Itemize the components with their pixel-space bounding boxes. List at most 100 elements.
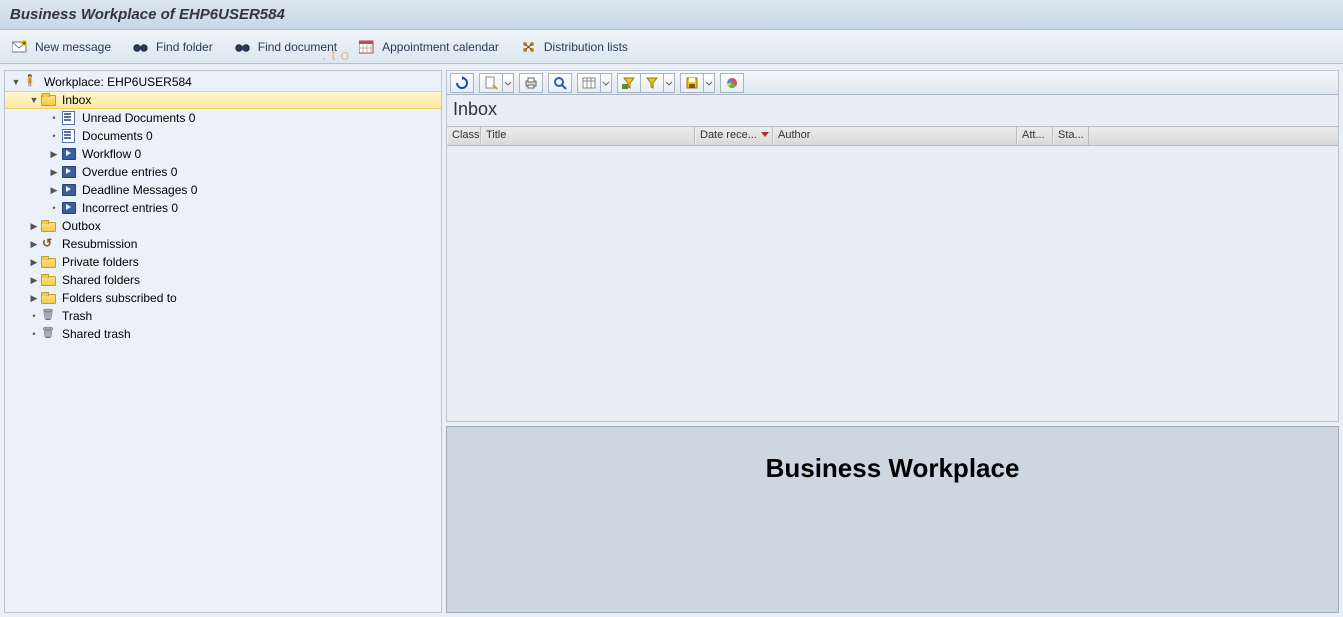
filter-button[interactable] bbox=[640, 73, 664, 93]
display-create-button[interactable] bbox=[479, 73, 503, 93]
tree-overdue-entries[interactable]: ▶ Overdue entries 0 bbox=[5, 163, 441, 181]
content-area: ▼ Workplace: EHP6USER584 ▼ Inbox • Unrea… bbox=[0, 64, 1343, 617]
tree-incorrect-entries[interactable]: • Incorrect entries 0 bbox=[5, 199, 441, 217]
expand-icon[interactable]: ▶ bbox=[47, 185, 61, 196]
tree-trash[interactable]: • Trash bbox=[5, 307, 441, 325]
tree-inbox-label: Inbox bbox=[60, 93, 91, 107]
grid-header-row: Class Title Date rece... Author Att... S… bbox=[447, 126, 1338, 146]
bullet-icon: • bbox=[27, 311, 41, 321]
find-folder-button[interactable]: Find folder bbox=[129, 38, 217, 56]
find-document-button[interactable]: Find document bbox=[231, 38, 341, 56]
tree-folders-subscribed[interactable]: ▶ Folders subscribed to bbox=[5, 289, 441, 307]
new-message-label: New message bbox=[35, 40, 111, 54]
col-title[interactable]: Title bbox=[481, 127, 695, 145]
tree-root-workplace[interactable]: ▼ Workplace: EHP6USER584 bbox=[5, 73, 441, 91]
chart-button[interactable] bbox=[720, 73, 744, 93]
distribution-list-icon bbox=[521, 40, 537, 54]
sort-desc-icon bbox=[761, 132, 769, 137]
distribution-lists-label: Distribution lists bbox=[544, 40, 628, 54]
col-class[interactable]: Class bbox=[447, 127, 481, 145]
document-icon bbox=[61, 111, 77, 125]
trash-icon bbox=[41, 309, 57, 323]
distribution-lists-button[interactable]: Distribution lists bbox=[517, 38, 632, 56]
col-author[interactable]: Author bbox=[773, 127, 1017, 145]
preview-heading: Business Workplace bbox=[766, 453, 1020, 484]
expand-icon[interactable]: ▶ bbox=[27, 257, 41, 268]
tree-deadline-label: Deadline Messages 0 bbox=[80, 183, 197, 197]
tree-shared-folders-label: Shared folders bbox=[60, 273, 140, 287]
bullet-icon: • bbox=[47, 203, 61, 213]
calendar-icon bbox=[359, 40, 375, 54]
workflow-icon bbox=[61, 183, 77, 197]
tree-private-folders[interactable]: ▶ Private folders bbox=[5, 253, 441, 271]
folder-icon bbox=[41, 291, 57, 305]
details-button[interactable] bbox=[548, 73, 572, 93]
collapse-icon[interactable]: ▼ bbox=[27, 95, 41, 105]
expand-icon[interactable]: ▶ bbox=[27, 275, 41, 286]
filter-menu-button[interactable] bbox=[663, 73, 675, 93]
binoculars-folder-icon bbox=[133, 40, 149, 54]
col-date-received[interactable]: Date rece... bbox=[695, 127, 773, 145]
expand-icon[interactable]: ▶ bbox=[47, 149, 61, 160]
tree-shared-trash-label: Shared trash bbox=[60, 327, 131, 341]
find-folder-label: Find folder bbox=[156, 40, 213, 54]
tree-shared-folders[interactable]: ▶ Shared folders bbox=[5, 271, 441, 289]
display-create-menu-button[interactable] bbox=[502, 73, 514, 93]
application-toolbar: ✱ New message Find folder Find document … bbox=[0, 30, 1343, 64]
appointment-calendar-button[interactable]: Appointment calendar bbox=[355, 38, 503, 56]
layout-button[interactable] bbox=[577, 73, 601, 93]
filter-set-button[interactable] bbox=[617, 73, 641, 93]
collapse-icon[interactable]: ▼ bbox=[9, 77, 23, 87]
save-layout-menu-button[interactable] bbox=[703, 73, 715, 93]
grid-toolbar bbox=[447, 71, 1338, 95]
inbox-grid: Inbox Class Title Date rece... Author At… bbox=[446, 70, 1339, 422]
tree-root-label: Workplace: EHP6USER584 bbox=[42, 75, 192, 89]
workflow-icon bbox=[61, 147, 77, 161]
tree-workflow[interactable]: ▶ Workflow 0 bbox=[5, 145, 441, 163]
expand-icon[interactable]: ▶ bbox=[27, 293, 41, 304]
tree-overdue-label: Overdue entries 0 bbox=[80, 165, 177, 179]
tree-resubmission[interactable]: ▶ Resubmission bbox=[5, 235, 441, 253]
folder-tree[interactable]: ▼ Workplace: EHP6USER584 ▼ Inbox • Unrea… bbox=[4, 70, 442, 613]
col-att[interactable]: Att... bbox=[1017, 127, 1053, 145]
folder-icon bbox=[41, 255, 57, 269]
tree-unread-documents[interactable]: • Unread Documents 0 bbox=[5, 109, 441, 127]
tree-outbox[interactable]: ▶ Outbox bbox=[5, 217, 441, 235]
resubmission-icon bbox=[41, 237, 57, 251]
appointment-calendar-label: Appointment calendar bbox=[382, 40, 499, 54]
save-layout-button[interactable] bbox=[680, 73, 704, 93]
grid-body-empty[interactable] bbox=[447, 146, 1338, 421]
expand-icon[interactable]: ▶ bbox=[47, 167, 61, 178]
tree-deadline-messages[interactable]: ▶ Deadline Messages 0 bbox=[5, 181, 441, 199]
expand-icon[interactable]: ▶ bbox=[27, 221, 41, 232]
envelope-new-icon: ✱ bbox=[12, 40, 28, 54]
expand-icon[interactable]: ▶ bbox=[27, 239, 41, 250]
tree-trash-label: Trash bbox=[60, 309, 92, 323]
print-button[interactable] bbox=[519, 73, 543, 93]
refresh-button[interactable] bbox=[450, 73, 474, 93]
tree-folders-subscribed-label: Folders subscribed to bbox=[60, 291, 177, 305]
tree-documents-label: Documents 0 bbox=[80, 129, 153, 143]
tree-resubmission-label: Resubmission bbox=[60, 237, 137, 251]
folder-icon bbox=[41, 219, 57, 233]
tree-private-folders-label: Private folders bbox=[60, 255, 139, 269]
folder-icon bbox=[41, 273, 57, 287]
bullet-icon: • bbox=[47, 131, 61, 141]
tree-shared-trash[interactable]: • Shared trash bbox=[5, 325, 441, 343]
bullet-icon: • bbox=[47, 113, 61, 123]
layout-menu-button[interactable] bbox=[600, 73, 612, 93]
right-panel: Inbox Class Title Date rece... Author At… bbox=[446, 70, 1339, 613]
new-message-button[interactable]: ✱ New message bbox=[8, 38, 115, 56]
workflow-icon bbox=[61, 165, 77, 179]
title-text: Business Workplace of EHP6USER584 bbox=[10, 6, 285, 23]
tree-documents[interactable]: • Documents 0 bbox=[5, 127, 441, 145]
tree-outbox-label: Outbox bbox=[60, 219, 101, 233]
tree-unread-documents-label: Unread Documents 0 bbox=[80, 111, 195, 125]
col-status[interactable]: Sta... bbox=[1053, 127, 1089, 145]
document-icon bbox=[61, 129, 77, 143]
tree-incorrect-label: Incorrect entries 0 bbox=[80, 201, 178, 215]
tree-inbox[interactable]: ▼ Inbox bbox=[5, 91, 441, 109]
workflow-icon bbox=[61, 201, 77, 215]
tree-workflow-label: Workflow 0 bbox=[80, 147, 141, 161]
page-title: Business Workplace of EHP6USER584 bbox=[0, 0, 1343, 30]
